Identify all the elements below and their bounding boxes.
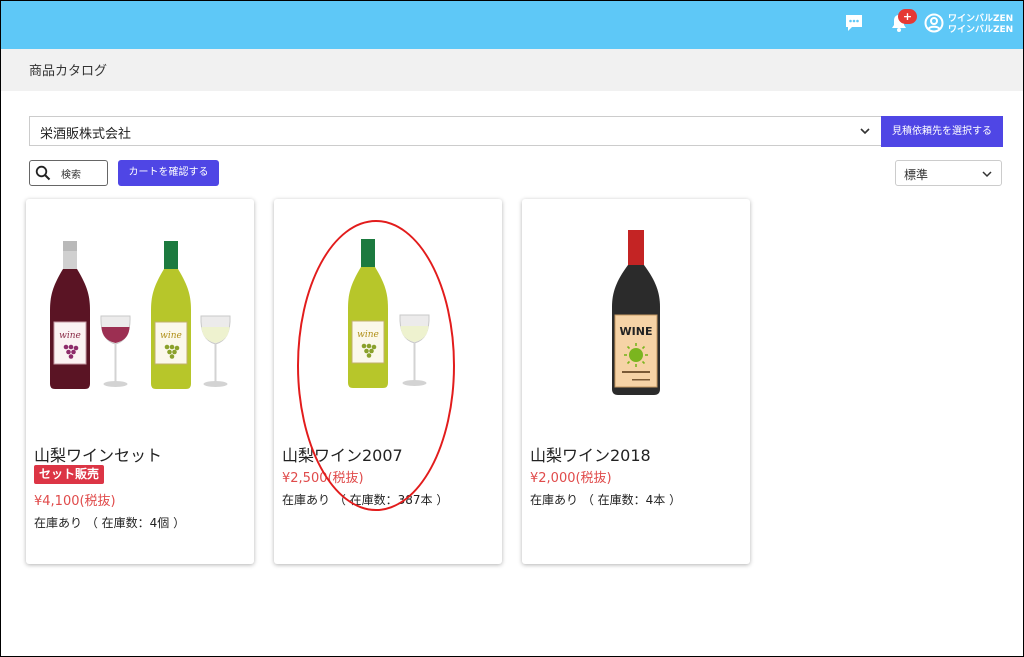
select-supplier-button[interactable]: 見積依頼先を選択する [881,116,1003,147]
product-card[interactable]: WINE 山梨ワイン2018 ¥2,000(税抜) 在庫あり （ 在庫数：4本 … [522,199,750,564]
set-sale-badge: セット販売 [34,465,105,484]
chevron-down-icon [982,171,992,178]
product-price: ¥2,000(税抜) [530,471,612,486]
sort-select[interactable]: 標準 [895,160,1002,186]
top-app-bar [1,1,1023,49]
user-circle-icon[interactable] [923,12,945,34]
product-stock: 在庫あり （ 在庫数：4本 ） [530,493,682,507]
product-image: WINE [612,230,660,395]
product-image: wine wine [50,241,231,389]
view-cart-button[interactable]: カートを確認する [118,160,219,186]
highlight-annotation [297,220,455,511]
user-name-line1: ワインバルZEN [948,14,1014,24]
product-name[interactable]: 山梨ワインセット [34,442,162,466]
search-icon [35,165,51,181]
chat-icon[interactable] [843,12,865,34]
bottle-label-text: wine [59,331,81,341]
chevron-down-icon [860,128,870,135]
sort-select-value: 標準 [904,168,929,182]
page-title: 商品カタログ [29,64,108,79]
bottle-label-text: WINE [620,325,653,338]
supplier-select-value: 栄酒販株式会社 [40,127,132,142]
product-card[interactable]: wine wine 山梨ワインセット セット販売 ¥4,100(税抜) 在庫あり… [26,199,254,564]
search-button[interactable]: 検索 [29,160,108,186]
product-price: ¥4,100(税抜) [34,494,116,509]
user-name[interactable]: ワインバルZEN ワインバルZEN [948,14,1013,36]
product-stock: 在庫あり （ 在庫数：4個 ） [34,516,186,530]
notification-badge: + [898,9,917,24]
supplier-select[interactable]: 栄酒販株式会社 [29,116,881,146]
search-label: 検索 [61,170,81,181]
bottle-label-text: wine [160,331,182,341]
user-name-line2: ワインバルZEN [948,25,1014,35]
product-name[interactable]: 山梨ワイン2018 [530,442,651,466]
page-title-bar [1,49,1023,91]
